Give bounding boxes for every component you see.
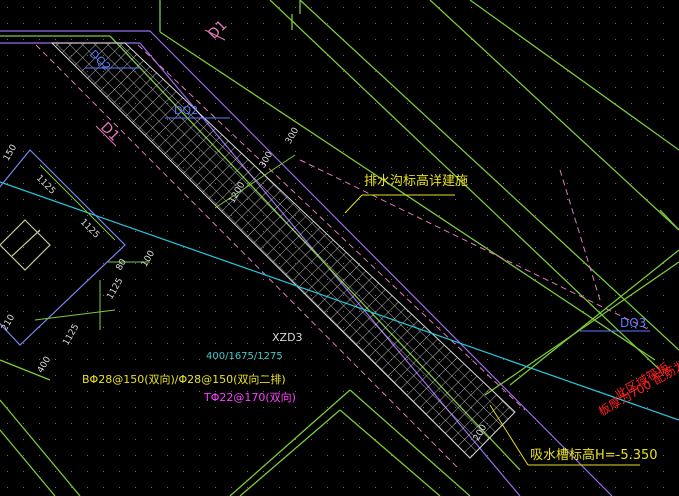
xzd3-top-rebar: TΦ22@170(双向): [204, 391, 296, 404]
cad-drawing-canvas[interactable]: [0, 0, 679, 496]
dq2-mid-label: DQ2: [174, 104, 199, 117]
sump-elevation-note: 吸水槽标高H=-5.350: [530, 448, 658, 463]
xzd3-tag: XZD3: [272, 331, 303, 344]
dq3-label: DQ3: [620, 316, 647, 330]
xzd3-bottom-rebar: BΦ28@150(双向)/Φ28@150(双向二排): [82, 373, 286, 386]
xzd3-dimensions: 400/1675/1275: [206, 351, 283, 362]
drain-elevation-note: 排水沟标高详建施: [364, 174, 469, 189]
